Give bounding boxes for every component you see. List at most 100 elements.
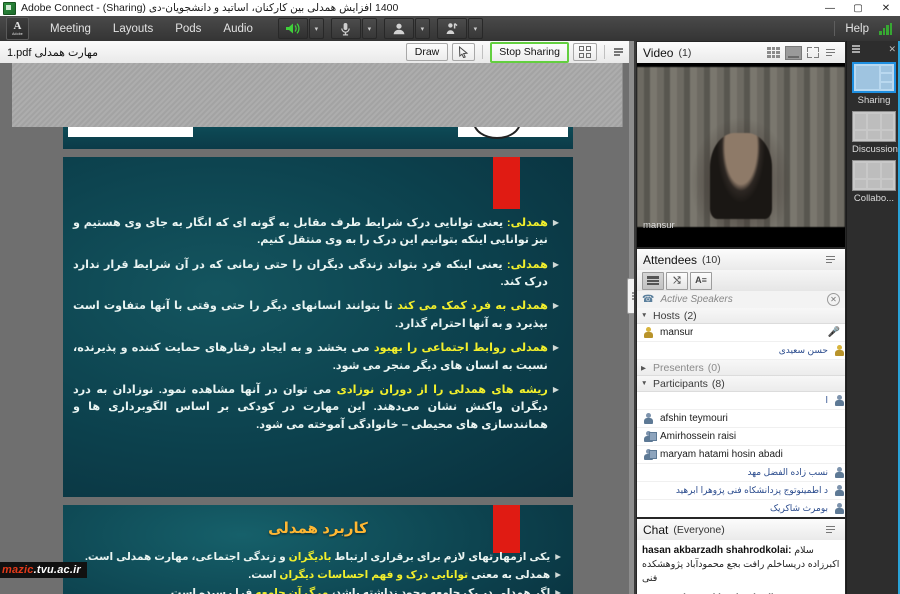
attendee-row[interactable]: ا — [637, 392, 845, 410]
video-participant-label: mansur — [643, 220, 675, 231]
slide-bullet: ▶ همدلی به فرد کمک می کند تا بتوانند انس… — [73, 298, 559, 333]
webcam-dropdown[interactable]: ▾ — [414, 18, 430, 39]
phone-icon: ☎ — [642, 294, 655, 305]
group-header-hosts[interactable]: ▼ Hosts (2) — [637, 308, 845, 324]
raise-hand-dropdown[interactable]: ▾ — [467, 18, 483, 39]
list-view-button[interactable] — [642, 271, 664, 290]
close-button[interactable]: ✕ — [872, 0, 900, 16]
attendee-row[interactable]: د اطمینوتوج پزدانشکاه فنی پژوهرا ابرهید — [637, 482, 845, 500]
chat-pod-header: Chat (Everyone) — [637, 519, 845, 541]
attendees-pod-title: Attendees — [643, 252, 698, 267]
attendee-row[interactable]: afshin teymouri — [637, 410, 845, 428]
attendee-row[interactable]: maryam hatami hosin abadi — [637, 446, 845, 464]
attendee-name: ا — [825, 395, 828, 405]
bullet-highlight: ریشه های همدلی را از دوران نوزادی — [336, 383, 548, 396]
tool-divider — [482, 45, 484, 59]
slide-bullet: ▶ همدلی: یعنی توانایی درک شرایط طرف مقاب… — [73, 215, 559, 250]
grid-view-icon[interactable] — [767, 47, 780, 58]
bullet-text: همدلی روابط اجتماعی را بهبود می بخشد و ب… — [73, 340, 548, 375]
slide-red-accent — [493, 157, 520, 209]
breakout-rooms-icon: ⤭ — [673, 275, 681, 285]
clear-active-speakers-icon[interactable]: ✕ — [827, 293, 840, 306]
bullet-text: همدلی به معنی توانایی درک و فهم احساسات … — [248, 567, 550, 584]
bullet-post: و زندگی اجتماعی، مهارت همدلی است. — [84, 551, 289, 563]
menu-item-help[interactable]: Help — [845, 23, 869, 35]
bullet-text: ریشه های همدلی را از دوران نوزادی می توا… — [73, 382, 548, 434]
adobe-logo-icon: A Adobe — [6, 17, 29, 40]
attendee-row[interactable]: نسب زاده الفضل مهد — [637, 464, 845, 482]
attendee-row[interactable]: mansur 🎤 — [637, 324, 845, 342]
sort-by-name-button[interactable]: A≡ — [690, 271, 712, 290]
chat-scope: (Everyone) — [673, 523, 725, 536]
microphone-button[interactable] — [330, 18, 361, 39]
breakout-view-button[interactable]: ⤭ — [666, 271, 688, 290]
speaker-button[interactable] — [277, 18, 308, 39]
attendee-name: mansur — [660, 327, 694, 338]
chat-pod: Chat (Everyone) hasan akbarzadh shahrodk… — [636, 518, 846, 594]
connection-quality-icon — [879, 22, 892, 35]
slide-partial-top — [63, 127, 573, 149]
watermark-suffix: .tvu.ac.ir — [33, 564, 81, 576]
filmstrip-view-icon[interactable] — [785, 45, 802, 60]
attendee-row[interactable]: حسن سعیدی — [637, 342, 845, 360]
microphone-dropdown[interactable]: ▾ — [361, 18, 377, 39]
menu-item-audio[interactable]: Audio — [214, 20, 261, 38]
layout-item-collaboration[interactable]: Collabo... — [852, 160, 896, 204]
attendees-pod-options-icon[interactable] — [824, 253, 840, 267]
bullet-highlight: بادیگران — [288, 551, 332, 563]
bullet-text: همدلی: یعنی توانایی درک شرایط طرف مقابل … — [73, 215, 548, 250]
slide-bullet: ▶ یکی ازمهارتهای لازم برای برقراری ارتبا… — [73, 549, 561, 566]
webcam-button[interactable] — [383, 18, 414, 39]
share-pod-body[interactable]: ▶ همدلی: یعنی توانایی درک شرایط طرف مقاب… — [0, 63, 634, 594]
slide-bullet-list: ▶ همدلی: یعنی توانایی درک شرایط طرف مقاب… — [73, 215, 559, 441]
fullscreen-icon — [579, 46, 591, 58]
attendees-pod: Attendees (10) ⤭ A≡ ☎ Active Speakers ✕ … — [636, 248, 846, 518]
fullscreen-button[interactable] — [573, 43, 597, 61]
layout-menu-icon[interactable] — [852, 45, 860, 53]
title-bar: 1400 افزایش همدلی بین کارکنان، اساتید و … — [0, 0, 900, 17]
share-pod-options-icon[interactable] — [612, 45, 628, 59]
close-icon[interactable]: ✕ — [888, 44, 896, 54]
slide-bullet-list: ▶ یکی ازمهارتهای لازم برای برقراری ارتبا… — [73, 549, 561, 594]
menu-item-meeting[interactable]: Meeting — [41, 20, 100, 38]
fullscreen-icon[interactable] — [807, 47, 819, 58]
attendees-pod-header: Attendees (10) — [637, 249, 845, 271]
draw-button[interactable]: Draw — [405, 43, 449, 61]
raise-hand-button[interactable] — [436, 18, 467, 39]
bullet-text: همدلی به فرد کمک می کند تا بتوانند انسان… — [73, 298, 548, 333]
group-header-presenters[interactable]: ▶ Presenters (0) — [637, 360, 845, 376]
bullet-post: فرا رسیده است. — [167, 586, 256, 594]
stop-sharing-button[interactable]: Stop Sharing — [490, 41, 569, 63]
video-pod-count: (1) — [678, 46, 692, 59]
bullet-post: است. — [248, 568, 280, 581]
minimize-button[interactable]: — — [816, 0, 844, 16]
layout-item-sharing[interactable]: Sharing — [852, 62, 896, 106]
bullet-text: یکی ازمهارتهای لازم برای برقراری ارتباط … — [85, 549, 550, 566]
chat-messages[interactable]: hasan akbarzadh shahrodkolai: سلام اکبرز… — [637, 540, 845, 594]
attendee-name: حسن سعیدی — [778, 345, 828, 355]
attendee-row[interactable]: Amirhossein raisi — [637, 428, 845, 446]
share-pod: 1.pdf مهارت همدلی Draw Stop Sharing ▶ هم… — [0, 41, 634, 594]
slide-bullet: ▶ همدلی: یعنی اینکه فرد بتواند زندگی دیگ… — [73, 257, 559, 292]
chat-pod-options-icon[interactable] — [824, 523, 840, 537]
menu-item-pods[interactable]: Pods — [166, 20, 210, 38]
user-avatar-icon — [834, 485, 845, 496]
video-pod-options-icon[interactable] — [824, 46, 840, 60]
pointer-button[interactable] — [452, 43, 476, 61]
menu-item-layouts[interactable]: Layouts — [104, 20, 162, 38]
raise-hand-icon — [446, 23, 458, 34]
user-webcam-avatar-icon — [643, 431, 657, 442]
slide-bullet: ▶ ریشه های همدلی را از دوران نوزادی می ت… — [73, 382, 559, 434]
maximize-button[interactable]: ▢ — [844, 0, 872, 16]
attendees-list[interactable]: ▼ Hosts (2) mansur 🎤 حسن سعیدی ▶ Present… — [637, 308, 845, 517]
attendee-name: د اطمینوتوج پزدانشکاه فنی پژوهرا ابرهید — [675, 485, 828, 495]
layout-item-discussion[interactable]: Discussion — [852, 111, 898, 155]
document-blank-area — [12, 63, 623, 127]
group-name: Hosts — [653, 309, 680, 322]
group-header-participants[interactable]: ▼ Participants (8) — [637, 376, 845, 392]
video-stage[interactable]: mansur — [637, 63, 845, 247]
attendee-row[interactable]: بومرث شاکریک — [637, 500, 845, 517]
slide-content: ▶ همدلی: یعنی توانایی درک شرایط طرف مقاب… — [63, 157, 573, 497]
user-avatar-icon — [834, 467, 845, 478]
speaker-dropdown[interactable]: ▾ — [308, 18, 324, 39]
